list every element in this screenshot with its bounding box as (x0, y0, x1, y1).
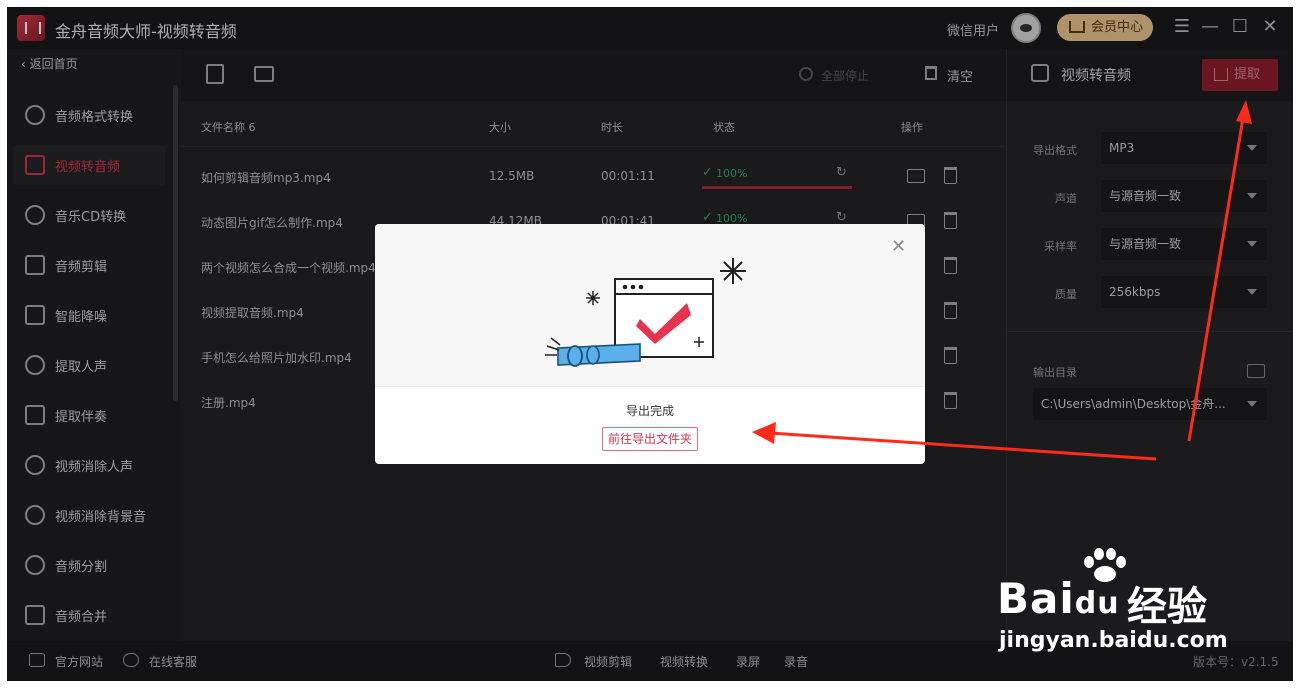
baidu-jingyan-watermark: Baidu 经验 jingyan.baidu.com (997, 546, 1257, 666)
close-icon[interactable]: ✕ (891, 236, 906, 257)
export-complete-message: 导出完成 (625, 404, 674, 418)
dialog-illustration-area: ✕ (375, 224, 925, 387)
success-illustration (545, 258, 746, 367)
watermark-brand-du: du (1074, 586, 1120, 621)
watermark-brand: Baidu (997, 574, 1120, 623)
open-export-folder-button[interactable]: 前往导出文件夹 (602, 427, 698, 451)
watermark-url: jingyan.baidu.com (999, 628, 1228, 653)
export-complete-dialog: ✕ 导出完成 前往导出文件夹 (375, 224, 925, 464)
watermark-jingyan: 经验 (1127, 584, 1207, 630)
watermark-brand-bai: Bai (997, 574, 1075, 623)
